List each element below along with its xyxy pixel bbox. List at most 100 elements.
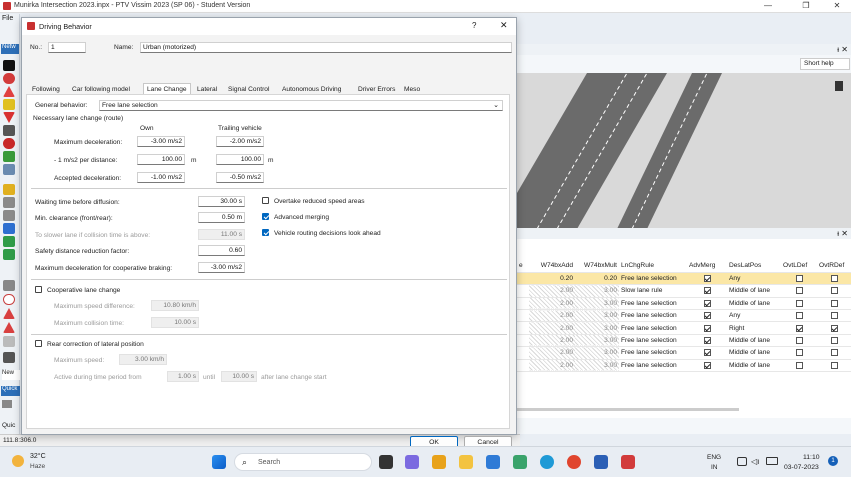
grid-pin-icon[interactable]: ᵻ — [837, 229, 839, 238]
vissim-taskbar-icon[interactable] — [621, 455, 635, 469]
speed-limit-icon[interactable] — [3, 73, 15, 84]
panel-close-icon[interactable]: ✕ — [841, 45, 848, 54]
language-top[interactable]: ENG — [707, 454, 721, 461]
links-icon[interactable] — [3, 60, 15, 71]
network-canvas[interactable] — [517, 73, 851, 229]
wrench-icon[interactable] — [2, 400, 12, 408]
ovtldef-cell[interactable] — [781, 321, 817, 335]
ovtrdef-checkbox[interactable] — [830, 349, 838, 357]
advmerg-checkbox[interactable] — [703, 336, 711, 344]
table-row[interactable]: 2.00 3.00 Free lane selection Middle of lan… — [517, 359, 851, 373]
advmerg-checkbox[interactable] — [703, 287, 711, 295]
table-row[interactable]: 2.00 3.00 Slow lane rule Middle of lane — [517, 284, 851, 298]
search-box[interactable]: ⌕ Search — [234, 453, 372, 471]
column-header[interactable]: W74bxAdd — [529, 260, 575, 273]
deslatpos-cell[interactable]: Any — [727, 309, 781, 323]
deslatpos-cell[interactable]: Any — [727, 272, 781, 286]
table-row[interactable]: 2.00 3.00 Free lane selection Any — [517, 309, 851, 323]
lnchgrule-cell[interactable]: Free lane selection — [619, 309, 687, 323]
ovtldef-cell[interactable] — [781, 284, 817, 298]
ovtrdef-cell[interactable] — [817, 272, 851, 286]
w74bxmult-cell[interactable]: 3.00 — [575, 321, 619, 335]
lnchgrule-cell[interactable]: Free lane selection — [619, 297, 687, 311]
slower-lane-input[interactable] — [198, 229, 245, 240]
routing-look-ahead-checkbox[interactable] — [262, 229, 269, 236]
ovtrdef-cell[interactable] — [817, 297, 851, 311]
battery-icon[interactable] — [766, 457, 778, 465]
ovtldef-checkbox[interactable] — [795, 299, 803, 307]
chat-icon[interactable] — [405, 455, 419, 469]
per-distance-own-input[interactable] — [137, 154, 185, 165]
ovtrdef-cell[interactable] — [817, 334, 851, 348]
advmerg-cell[interactable] — [687, 309, 727, 323]
w74bxadd-cell[interactable]: 0.20 — [529, 272, 575, 286]
column-header[interactable]: DesLatPos — [727, 260, 781, 273]
accepted-deceleration-trailing-input[interactable] — [216, 172, 264, 183]
minimize-button[interactable]: — — [757, 1, 779, 12]
ovtldef-checkbox[interactable] — [795, 336, 803, 344]
ovtrdef-cell[interactable] — [817, 359, 851, 373]
advmerg-cell[interactable] — [687, 321, 727, 335]
grid-close-icon[interactable]: ✕ — [841, 229, 848, 238]
w74bxadd-cell[interactable]: 2.00 — [529, 334, 575, 348]
ovtldef-cell[interactable] — [781, 346, 817, 360]
ovtrdef-cell[interactable] — [817, 346, 851, 360]
table-row[interactable]: 2.00 3.00 Free lane selection Right — [517, 321, 851, 335]
alert-icon[interactable] — [3, 308, 15, 319]
advmerg-cell[interactable] — [687, 346, 727, 360]
section-icon[interactable] — [3, 336, 15, 347]
waiting-time-input[interactable] — [198, 196, 245, 207]
lnchgrule-cell[interactable]: Free lane selection — [619, 346, 687, 360]
number-input[interactable] — [48, 42, 86, 53]
start-icon[interactable] — [212, 455, 226, 469]
parking-icon[interactable] — [3, 223, 15, 234]
ovtrdef-cell[interactable] — [817, 321, 851, 335]
advmerg-checkbox[interactable] — [703, 312, 711, 320]
rear-correction-checkbox[interactable] — [35, 340, 42, 347]
general-behavior-select[interactable]: Free lane selection ⌄ — [99, 100, 503, 111]
ovtldef-checkbox[interactable] — [795, 312, 803, 320]
quick-tab-label[interactable]: Quic — [2, 422, 15, 429]
w74bxadd-cell[interactable]: 2.00 — [529, 284, 575, 298]
advmerg-checkbox[interactable] — [703, 349, 711, 357]
parking-route-icon[interactable] — [3, 197, 15, 208]
w74bxmult-cell[interactable]: 3.00 — [575, 346, 619, 360]
lnchgrule-cell[interactable]: Slow lane rule — [619, 284, 687, 298]
horizontal-scrollbar[interactable] — [517, 408, 739, 411]
app-icon-1[interactable] — [432, 455, 446, 469]
queue-counter-icon[interactable] — [3, 164, 15, 175]
weather-icon[interactable] — [12, 455, 24, 467]
advmerg-checkbox[interactable] — [703, 299, 711, 307]
app-icon-2[interactable] — [513, 455, 527, 469]
table-row[interactable]: 0.20 0.20 Free lane selection Any — [517, 272, 851, 286]
w74bxadd-cell[interactable]: 2.00 — [529, 346, 575, 360]
new-tab-label[interactable]: New — [2, 370, 20, 380]
advanced-merging-checkbox[interactable] — [262, 213, 269, 220]
active-from-input[interactable] — [167, 371, 199, 382]
w74bxadd-cell[interactable]: 2.00 — [529, 309, 575, 323]
row-marker[interactable] — [517, 359, 529, 373]
w74bxmult-cell[interactable]: 3.00 — [575, 359, 619, 373]
w74bxmult-cell[interactable]: 3.00 — [575, 297, 619, 311]
accepted-deceleration-own-input[interactable] — [137, 172, 185, 183]
overtake-checkbox[interactable] — [262, 197, 269, 204]
row-marker[interactable] — [517, 321, 529, 335]
dialog-close-button[interactable]: ✕ — [500, 20, 508, 31]
max-deceleration-own-input[interactable] — [137, 136, 185, 147]
advmerg-cell[interactable] — [687, 334, 727, 348]
min-clearance-input[interactable] — [198, 212, 245, 223]
column-header[interactable]: e — [517, 260, 529, 273]
ovtldef-cell[interactable] — [781, 297, 817, 311]
word-icon[interactable] — [594, 455, 608, 469]
deslatpos-cell[interactable]: Middle of lane — [727, 334, 781, 348]
w74bxmult-cell[interactable]: 3.00 — [575, 334, 619, 348]
ovtrdef-checkbox[interactable] — [830, 324, 838, 332]
yield-sign-icon[interactable] — [3, 112, 15, 123]
bus-stop-icon[interactable] — [3, 210, 15, 221]
row-marker[interactable] — [517, 284, 529, 298]
cooperative-lane-change-checkbox[interactable] — [35, 286, 42, 293]
row-marker[interactable] — [517, 334, 529, 348]
alert-2-icon[interactable] — [3, 322, 15, 333]
advmerg-cell[interactable] — [687, 284, 727, 298]
max-deceleration-trailing-input[interactable] — [216, 136, 264, 147]
